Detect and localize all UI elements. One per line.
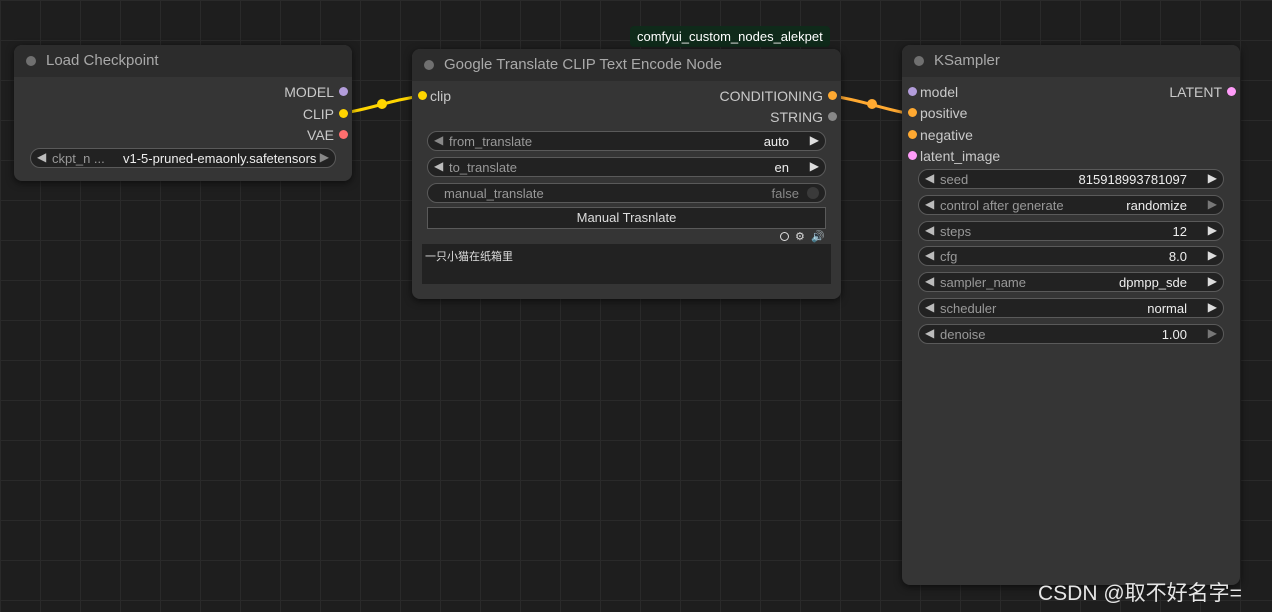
- node-title-text: KSampler: [934, 52, 1000, 69]
- increment-arrow-icon[interactable]: ▶: [1208, 274, 1217, 288]
- decrement-arrow-icon[interactable]: ◀: [925, 171, 934, 185]
- textarea-toolbar: ⚙ 🔊: [778, 231, 826, 245]
- output-model[interactable]: MODEL: [284, 83, 348, 101]
- prompt-textarea[interactable]: 一只小猫在纸箱里: [422, 244, 831, 284]
- input-latent-image[interactable]: latent_image: [908, 147, 1000, 165]
- vae-pin-icon[interactable]: [339, 130, 348, 139]
- speaker-icon[interactable]: 🔊: [811, 230, 825, 243]
- google-translate-title[interactable]: Google Translate CLIP Text Encode Node: [412, 49, 841, 81]
- conditioning-link-midpoint[interactable]: [867, 99, 877, 109]
- string-pin-icon[interactable]: [828, 112, 837, 121]
- circle-icon[interactable]: [780, 232, 789, 241]
- conditioning-pin-icon[interactable]: [908, 130, 917, 139]
- increment-arrow-icon[interactable]: ▶: [1208, 248, 1217, 262]
- decrement-arrow-icon[interactable]: ◀: [925, 248, 934, 262]
- ckpt-name-combo[interactable]: ◀ ckpt_n ... v1-5-pruned-emaonly.safeten…: [30, 148, 336, 168]
- conditioning-pin-icon[interactable]: [828, 91, 837, 100]
- load-checkpoint-node[interactable]: Load Checkpoint MODEL CLIP VAE ◀ ckpt_n …: [14, 45, 352, 181]
- output-vae[interactable]: VAE: [307, 126, 348, 144]
- watermark: CSDN @取不好名字=: [1038, 582, 1242, 605]
- toggle-off-icon[interactable]: [807, 187, 819, 199]
- output-clip[interactable]: CLIP: [303, 105, 348, 123]
- denoise-widget[interactable]: ◀ denoise 1.00 ▶: [918, 324, 1224, 344]
- model-pin-icon[interactable]: [908, 87, 917, 96]
- output-conditioning[interactable]: CONDITIONING: [720, 87, 837, 105]
- input-positive[interactable]: positive: [908, 104, 967, 122]
- input-clip[interactable]: clip: [418, 87, 451, 105]
- decrement-arrow-icon[interactable]: ◀: [925, 274, 934, 288]
- decrement-arrow-icon[interactable]: ◀: [925, 326, 934, 340]
- increment-arrow-icon[interactable]: ▶: [1208, 326, 1217, 340]
- custom-node-badge: comfyui_custom_nodes_alekpet: [630, 26, 830, 47]
- collapse-dot-icon[interactable]: [424, 60, 434, 70]
- latent-pin-icon[interactable]: [1227, 87, 1236, 96]
- node-title-text: Load Checkpoint: [46, 52, 159, 69]
- input-negative[interactable]: negative: [908, 126, 973, 144]
- google-translate-node[interactable]: Google Translate CLIP Text Encode Node c…: [412, 49, 841, 299]
- seed-widget[interactable]: ◀ seed 815918993781097 ▶: [918, 169, 1224, 189]
- decrement-arrow-icon[interactable]: ◀: [925, 197, 934, 211]
- decrement-arrow-icon[interactable]: ◀: [434, 159, 443, 173]
- gear-icon[interactable]: ⚙: [795, 230, 805, 243]
- load-checkpoint-title[interactable]: Load Checkpoint: [14, 45, 352, 77]
- sampler-name-widget[interactable]: ◀ sampler_name dpmpp_sde ▶: [918, 272, 1224, 292]
- ksampler-title[interactable]: KSampler: [902, 45, 1240, 77]
- latent-pin-icon[interactable]: [908, 151, 917, 160]
- increment-arrow-icon[interactable]: ▶: [810, 159, 819, 173]
- decrement-arrow-icon[interactable]: ◀: [37, 150, 46, 164]
- input-model[interactable]: model: [908, 83, 958, 101]
- model-pin-icon[interactable]: [339, 87, 348, 96]
- cfg-widget[interactable]: ◀ cfg 8.0 ▶: [918, 246, 1224, 266]
- decrement-arrow-icon[interactable]: ◀: [925, 300, 934, 314]
- increment-arrow-icon[interactable]: ▶: [1208, 197, 1217, 211]
- collapse-dot-icon[interactable]: [914, 56, 924, 66]
- control-after-generate-widget[interactable]: ◀ control after generate randomize ▶: [918, 195, 1224, 215]
- clip-link-midpoint[interactable]: [377, 99, 387, 109]
- increment-arrow-icon[interactable]: ▶: [320, 150, 329, 164]
- increment-arrow-icon[interactable]: ▶: [1208, 171, 1217, 185]
- to-translate-combo[interactable]: ◀ to_translate en ▶: [427, 157, 826, 177]
- decrement-arrow-icon[interactable]: ◀: [925, 223, 934, 237]
- node-title-text: Google Translate CLIP Text Encode Node: [444, 56, 722, 73]
- steps-widget[interactable]: ◀ steps 12 ▶: [918, 221, 1224, 241]
- increment-arrow-icon[interactable]: ▶: [810, 133, 819, 147]
- ksampler-node[interactable]: KSampler model positive negative latent_…: [902, 45, 1240, 585]
- conditioning-pin-icon[interactable]: [908, 108, 917, 117]
- clip-pin-icon[interactable]: [418, 91, 427, 100]
- clip-pin-icon[interactable]: [339, 109, 348, 118]
- manual-translate-button[interactable]: Manual Trasnlate: [427, 207, 826, 229]
- output-latent[interactable]: LATENT: [1169, 83, 1236, 101]
- manual-translate-toggle[interactable]: manual_translate false: [427, 183, 826, 203]
- increment-arrow-icon[interactable]: ▶: [1208, 223, 1217, 237]
- output-string[interactable]: STRING: [770, 108, 837, 126]
- increment-arrow-icon[interactable]: ▶: [1208, 300, 1217, 314]
- decrement-arrow-icon[interactable]: ◀: [434, 133, 443, 147]
- from-translate-combo[interactable]: ◀ from_translate auto ▶: [427, 131, 826, 151]
- scheduler-widget[interactable]: ◀ scheduler normal ▶: [918, 298, 1224, 318]
- collapse-dot-icon[interactable]: [26, 56, 36, 66]
